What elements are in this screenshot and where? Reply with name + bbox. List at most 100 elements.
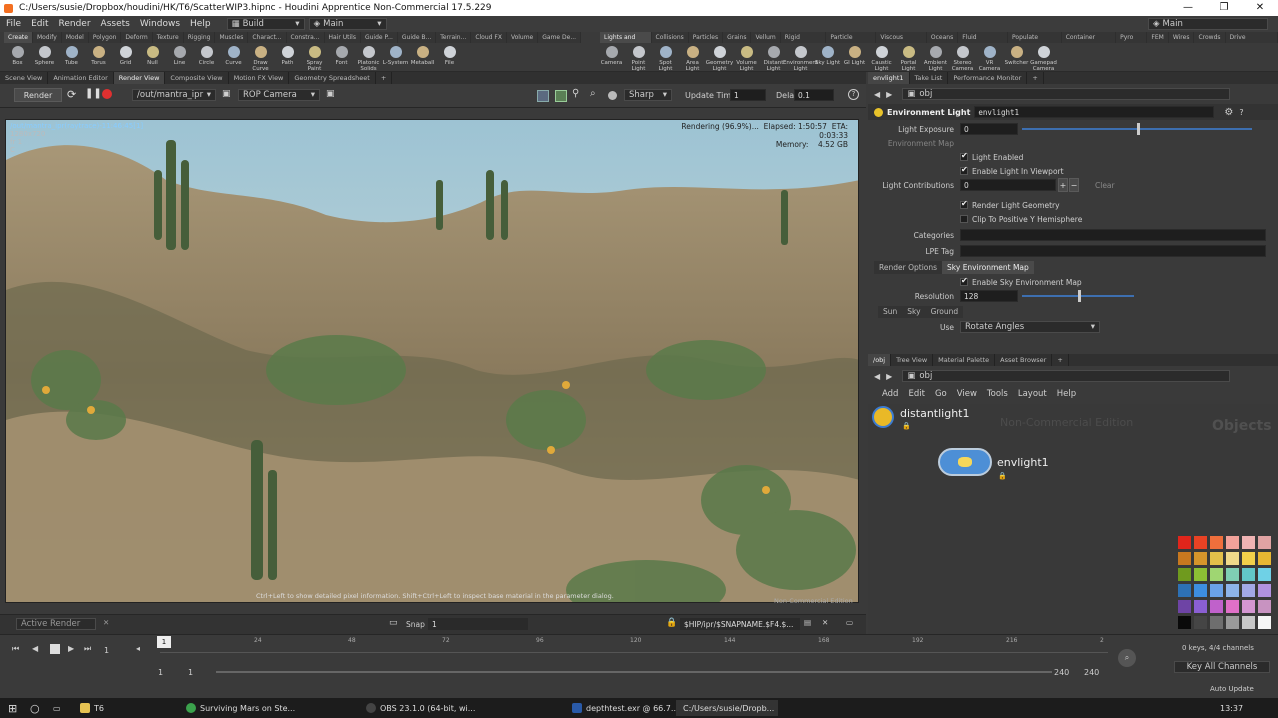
color-swatch[interactable]	[1242, 568, 1255, 581]
close-icon[interactable]: ✕	[103, 618, 109, 627]
shelf-tool-null[interactable]: Null	[139, 44, 166, 73]
shelf-tool-l-system[interactable]: L-System	[382, 44, 409, 73]
range-start-2[interactable]: 1	[188, 668, 193, 677]
viewport-light-checkbox[interactable]	[960, 165, 968, 175]
distant-light-node-label[interactable]: distantlight1	[900, 407, 970, 420]
prev-key-icon[interactable]: ◂	[136, 644, 140, 653]
color-swatch[interactable]	[1226, 600, 1239, 613]
shelf-tab-pyro-fx[interactable]: Pyro FX	[1116, 32, 1148, 43]
color-swatch[interactable]	[1194, 552, 1207, 565]
shelf-tool-draw-curve[interactable]: Draw Curve	[247, 44, 274, 73]
color-swatch[interactable]	[1226, 552, 1239, 565]
maximize-button[interactable]: ❐	[1206, 0, 1242, 16]
main-select[interactable]: ◈ Main ▾	[308, 18, 387, 30]
shelf-tool-point-light[interactable]: Point Light	[625, 44, 652, 73]
tab-geometry-spreadsheet[interactable]: Geometry Spreadsheet	[289, 72, 376, 84]
color-swatch[interactable]	[1194, 584, 1207, 597]
close-button[interactable]: ✕	[1242, 0, 1278, 16]
tab-performance-monitor[interactable]: Performance Monitor	[948, 72, 1028, 84]
color-swatch[interactable]	[1258, 584, 1271, 597]
back-icon[interactable]: ◀	[874, 372, 880, 381]
shelf-tab-fem[interactable]: FEM	[1147, 32, 1169, 43]
distant-light-node-icon[interactable]	[872, 406, 894, 428]
gear-icon[interactable]: ⚙	[1224, 107, 1233, 118]
light-contributions-field[interactable]: 0	[960, 179, 1056, 191]
color-swatch[interactable]	[1258, 536, 1271, 549]
shelf-tool-torus[interactable]: Torus	[85, 44, 112, 73]
menu-edit[interactable]: Edit	[908, 389, 924, 399]
tab-scene-view[interactable]: Scene View	[0, 72, 49, 84]
shelf-tool-metaball[interactable]: Metaball	[409, 44, 436, 73]
menu-edit[interactable]: Edit	[31, 19, 48, 29]
tab-take-list[interactable]: Take List	[910, 72, 949, 84]
shelf-tool-switcher[interactable]: Switcher	[1003, 44, 1030, 73]
network-path-field[interactable]: ▣ obj	[902, 370, 1231, 382]
shelf-tool-area-light[interactable]: Area Light	[679, 44, 706, 73]
snapshot-path-field[interactable]: $HIP/ipr/$SNAPNAME.$F4.$...	[680, 618, 800, 630]
lock-icon[interactable]: 🔒	[666, 618, 677, 628]
shelf-tool-gi-light[interactable]: GI Light	[841, 44, 868, 73]
color-swatch[interactable]	[1194, 568, 1207, 581]
shelf-tab-hair-utils[interactable]: Hair Utils	[324, 32, 361, 43]
snap-field[interactable]: 1	[428, 618, 528, 630]
tab-obj[interactable]: /obj	[868, 354, 892, 366]
env-light-node-icon[interactable]	[938, 448, 992, 476]
clear-button[interactable]: Clear	[1095, 181, 1115, 190]
color-swatch[interactable]	[1178, 552, 1191, 565]
enable-sky-map-checkbox[interactable]	[960, 276, 968, 286]
color-swatch[interactable]	[1226, 584, 1239, 597]
shelf-tab-texture[interactable]: Texture	[152, 32, 184, 43]
shelf-tool-volume-light[interactable]: Volume Light	[733, 44, 760, 73]
color-swatch[interactable]	[1178, 616, 1191, 629]
stop-icon[interactable]	[102, 89, 112, 99]
region-icon[interactable]	[537, 90, 549, 102]
color-swatch[interactable]	[1258, 552, 1271, 565]
shelf-tab-rigging[interactable]: Rigging	[183, 32, 216, 43]
tab-motion-fx-view[interactable]: Motion FX View	[229, 72, 290, 84]
tab-render-options[interactable]: Render Options	[874, 261, 943, 274]
shelf-tool-portal-light[interactable]: Portal Light	[895, 44, 922, 73]
shelf-tab-modify[interactable]: Modify	[32, 32, 62, 43]
add-tab-icon[interactable]: +	[1027, 72, 1044, 84]
shelf-tab-crowds[interactable]: Crowds	[1194, 32, 1226, 43]
shelf-tool-environment-light[interactable]: Environment Light	[783, 44, 818, 73]
shelf-tool-vr-camera[interactable]: VR Camera	[976, 44, 1003, 73]
tab-asset-browser[interactable]: Asset Browser	[995, 354, 1053, 366]
rop-select[interactable]: /out/mantra_ipr ▾	[132, 89, 216, 101]
zoom-icon[interactable]: ⌕	[590, 88, 596, 99]
render-viewport[interactable]	[5, 119, 859, 603]
color-swatch[interactable]	[1258, 616, 1271, 629]
color-swatch[interactable]	[1210, 568, 1223, 581]
color-swatch[interactable]	[1258, 600, 1271, 613]
color-swatch[interactable]	[1226, 536, 1239, 549]
shelf-tab-rigid-bodies[interactable]: Rigid Bodies	[780, 32, 827, 43]
shelf-tab-populate-con[interactable]: Populate Con...	[1008, 32, 1062, 43]
color-swatch[interactable]	[1226, 616, 1239, 629]
color-swatch[interactable]	[1210, 584, 1223, 597]
shelf-tab-viscous-fluids[interactable]: Viscous Fluids	[876, 32, 927, 43]
tab-envlight1[interactable]: envlight1	[868, 72, 910, 84]
delay-field[interactable]: 0.1	[794, 89, 834, 101]
tab-material-palette[interactable]: Material Palette	[933, 354, 996, 366]
network-graph[interactable]: Non-Commercial Edition Objects distantli…	[868, 404, 1278, 634]
range-slider[interactable]	[216, 671, 1052, 673]
menu-layout[interactable]: Layout	[1018, 389, 1047, 399]
shelf-tab-cloud-fx[interactable]: Cloud FX	[471, 32, 507, 43]
step-back-icon[interactable]: ◀	[32, 644, 38, 653]
color-swatch[interactable]	[1226, 568, 1239, 581]
shelf-tool-spray-paint[interactable]: Spray Paint	[301, 44, 328, 73]
rop-icon[interactable]: ▣	[222, 89, 231, 99]
tab-animation-editor[interactable]: Animation Editor	[48, 72, 114, 84]
taskbar-clock[interactable]: 13:37	[1220, 700, 1243, 716]
menu-go[interactable]: Go	[935, 389, 947, 399]
color-palette[interactable]	[1178, 536, 1274, 632]
color-swatch[interactable]	[1178, 600, 1191, 613]
menu-help[interactable]: Help	[190, 19, 211, 29]
shelf-tool-gamepad-camera[interactable]: Gamepad Camera	[1030, 44, 1057, 73]
shelf-tool-circle[interactable]: Circle	[193, 44, 220, 73]
camera-icon[interactable]: ▣	[326, 89, 335, 99]
help-icon[interactable]: ?	[848, 89, 859, 100]
shelf-tab-oceans[interactable]: Oceans	[926, 32, 959, 43]
active-render-select[interactable]: Active Render	[16, 618, 96, 630]
help-icon[interactable]: ?	[1239, 108, 1243, 117]
